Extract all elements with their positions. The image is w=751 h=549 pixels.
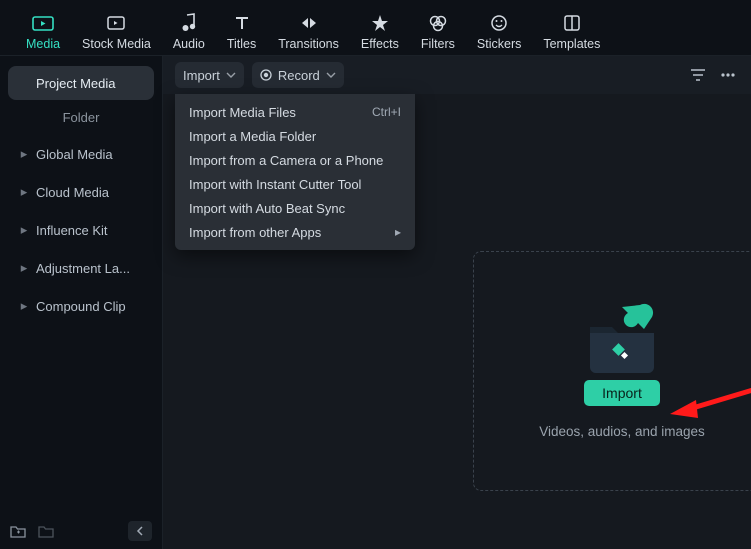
tab-label: Stickers — [477, 37, 521, 51]
menu-label: Import a Media Folder — [189, 129, 316, 144]
import-button[interactable]: Import — [584, 380, 660, 406]
menu-import-other-apps[interactable]: Import from other Apps ▸ — [175, 220, 415, 244]
media-dropzone[interactable]: Import Videos, audios, and images — [473, 251, 751, 491]
sidebar-item-label: Adjustment La... — [36, 261, 130, 276]
tab-label: Filters — [421, 37, 455, 51]
collapse-sidebar-button[interactable] — [128, 521, 152, 541]
sidebar-item-cloud-media[interactable]: ▸ Cloud Media — [8, 175, 154, 209]
tab-transitions[interactable]: Transitions — [268, 6, 349, 55]
sidebar-item-label: Project Media — [36, 76, 115, 91]
import-dropdown-menu: Import Media Files Ctrl+I Import a Media… — [175, 94, 415, 250]
main-panel: Import Import Media Files Ctrl+I Import … — [163, 56, 751, 549]
chevron-down-icon — [226, 72, 236, 78]
menu-label: Import with Instant Cutter Tool — [189, 177, 361, 192]
chevron-right-icon: ▸ — [16, 260, 32, 276]
more-options-icon[interactable] — [717, 64, 739, 86]
record-dropdown-button[interactable]: Record — [252, 62, 344, 88]
sidebar-item-adjustment-layer[interactable]: ▸ Adjustment La... — [8, 251, 154, 285]
titles-icon — [233, 11, 251, 35]
effects-icon — [371, 11, 389, 35]
sidebar-item-influence-kit[interactable]: ▸ Influence Kit — [8, 213, 154, 247]
tab-label: Effects — [361, 37, 399, 51]
stickers-icon — [490, 11, 508, 35]
tab-filters[interactable]: Filters — [411, 6, 465, 55]
sidebar-item-global-media[interactable]: ▸ Global Media — [8, 137, 154, 171]
templates-icon — [563, 11, 581, 35]
sidebar: Project Media Folder ▸ Global Media ▸ Cl… — [0, 56, 163, 549]
import-dropdown-button[interactable]: Import — [175, 62, 244, 88]
sidebar-item-label: Cloud Media — [36, 185, 109, 200]
filters-icon — [428, 11, 448, 35]
sidebar-item-compound-clip[interactable]: ▸ Compound Clip — [8, 289, 154, 323]
sidebar-item-label: Influence Kit — [36, 223, 108, 238]
tab-media[interactable]: Media — [16, 6, 70, 55]
tab-label: Titles — [227, 37, 256, 51]
button-label: Import — [183, 68, 220, 83]
button-label: Record — [278, 68, 320, 83]
chevron-right-icon: ▸ — [16, 222, 32, 238]
chevron-right-icon: ▸ — [16, 146, 32, 162]
tab-effects[interactable]: Effects — [351, 6, 409, 55]
media-icon — [32, 11, 54, 35]
delete-folder-icon[interactable] — [38, 524, 54, 538]
sidebar-item-project-media[interactable]: Project Media — [8, 66, 154, 100]
tab-label: Stock Media — [82, 37, 151, 51]
sidebar-item-label: Folder — [63, 110, 100, 125]
menu-import-media-files[interactable]: Import Media Files Ctrl+I — [175, 100, 415, 124]
toolbar: Import Import Media Files Ctrl+I Import … — [163, 56, 751, 94]
chevron-right-icon: ▸ — [395, 225, 401, 239]
new-folder-icon[interactable] — [10, 524, 26, 538]
chevron-down-icon — [326, 72, 336, 78]
audio-icon — [180, 11, 198, 35]
menu-shortcut: Ctrl+I — [372, 105, 401, 119]
menu-label: Import with Auto Beat Sync — [189, 201, 345, 216]
sidebar-item-label: Compound Clip — [36, 299, 126, 314]
tab-label: Templates — [543, 37, 600, 51]
menu-label: Import Media Files — [189, 105, 296, 120]
tab-label: Transitions — [278, 37, 339, 51]
filter-icon[interactable] — [687, 64, 709, 86]
top-tabs: Media Stock Media Audio Titles Transitio… — [0, 0, 751, 56]
menu-import-camera-phone[interactable]: Import from a Camera or a Phone — [175, 148, 415, 172]
menu-label: Import from other Apps — [189, 225, 321, 240]
button-label: Import — [602, 385, 642, 401]
transitions-icon — [298, 11, 320, 35]
menu-import-auto-beat-sync[interactable]: Import with Auto Beat Sync — [175, 196, 415, 220]
folder-graphic-icon — [582, 303, 662, 368]
menu-label: Import from a Camera or a Phone — [189, 153, 383, 168]
tab-stickers[interactable]: Stickers — [467, 6, 531, 55]
tab-stock-media[interactable]: Stock Media — [72, 6, 161, 55]
menu-import-media-folder[interactable]: Import a Media Folder — [175, 124, 415, 148]
chevron-right-icon: ▸ — [16, 184, 32, 200]
dropzone-hint: Videos, audios, and images — [539, 424, 705, 439]
record-icon — [260, 69, 272, 81]
menu-import-instant-cutter[interactable]: Import with Instant Cutter Tool — [175, 172, 415, 196]
tab-titles[interactable]: Titles — [217, 6, 266, 55]
tab-label: Media — [26, 37, 60, 51]
tab-audio[interactable]: Audio — [163, 6, 215, 55]
stock-media-icon — [105, 11, 127, 35]
tab-templates[interactable]: Templates — [533, 6, 610, 55]
sidebar-item-folder[interactable]: Folder — [8, 104, 154, 137]
sidebar-item-label: Global Media — [36, 147, 113, 162]
tab-label: Audio — [173, 37, 205, 51]
chevron-right-icon: ▸ — [16, 298, 32, 314]
